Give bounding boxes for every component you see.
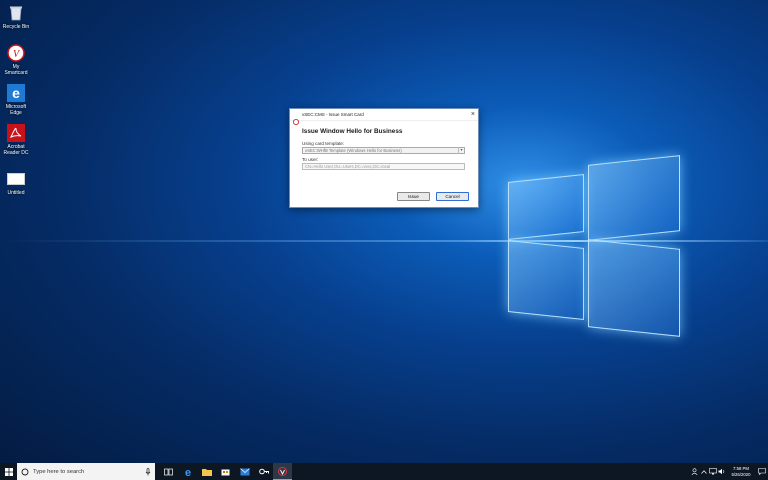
desktop-icon-my-smartcard[interactable]: V My Smartcard xyxy=(2,44,30,76)
smartcard-icon xyxy=(293,112,299,125)
system-tray: 7:58 PM 5/26/2020 xyxy=(690,463,768,480)
dialog-heading: Issue Window Hello for Business xyxy=(302,128,403,135)
desktop-icon-recycle-bin[interactable]: Recycle Bin xyxy=(2,4,30,30)
close-icon[interactable]: × xyxy=(471,111,475,118)
to-user-label: To user: xyxy=(302,157,319,162)
svg-text:e: e xyxy=(12,85,20,101)
desktop-icon-untitled[interactable]: Untitled xyxy=(2,170,30,196)
desktop-icon-label: Microsoft Edge xyxy=(5,104,27,116)
mail-icon xyxy=(239,467,250,475)
taskbar-app-mail[interactable] xyxy=(235,463,254,480)
search-icon xyxy=(21,468,29,475)
issue-smart-card-dialog: vSEC:CMS - Issue Smart Card × Issue Wind… xyxy=(289,108,479,208)
windows-logo-wallpaper xyxy=(500,150,690,340)
desktop-icon-label: My Smartcard xyxy=(4,64,28,76)
taskbar-app-edge[interactable]: e xyxy=(178,463,197,480)
volume-icon[interactable] xyxy=(717,463,726,480)
taskbar-app-key[interactable] xyxy=(254,463,273,480)
task-view-button[interactable] xyxy=(159,463,178,480)
desktop-icon-edge[interactable]: e Microsoft Edge xyxy=(2,84,30,116)
recycle-bin-icon xyxy=(7,4,25,22)
smartcard-app-icon xyxy=(278,466,287,476)
start-button[interactable] xyxy=(0,463,17,480)
card-template-value: vSEC:WHfB Template (Windows Hello for Bu… xyxy=(305,148,402,153)
clock-date: 5/26/2020 xyxy=(731,471,751,477)
edge-icon: e xyxy=(184,467,190,477)
taskbar: Type here to search e 7:58 PM 5/26/2020 xyxy=(0,463,768,480)
folder-icon xyxy=(201,468,212,476)
taskbar-app-smartcard[interactable] xyxy=(273,463,292,480)
dialog-title: vSEC:CMS - Issue Smart Card xyxy=(302,112,364,117)
smartcard-icon: V xyxy=(7,44,25,62)
card-template-select[interactable]: vSEC:WHfB Template (Windows Hello for Bu… xyxy=(302,147,465,154)
svg-text:e: e xyxy=(184,467,190,477)
acrobat-icon xyxy=(7,124,25,142)
microphone-icon[interactable] xyxy=(145,467,151,476)
network-icon[interactable] xyxy=(708,463,717,480)
windows-start-icon xyxy=(4,467,13,476)
card-template-label: Using card template: xyxy=(302,141,345,146)
chevron-up-icon[interactable] xyxy=(699,463,708,480)
blank-file-icon xyxy=(7,170,25,188)
taskbar-app-store[interactable] xyxy=(216,463,235,480)
to-user-field[interactable]: CN=Hello User,OU=Users,DC=vsec,DC=local xyxy=(302,163,465,170)
desktop-icon-acrobat[interactable]: Acrobat Reader DC xyxy=(2,124,30,156)
chevron-down-icon[interactable]: ▾ xyxy=(458,147,464,154)
cancel-button[interactable]: Cancel xyxy=(436,192,469,201)
key-icon xyxy=(258,468,269,475)
desktop-icon-label: Untitled xyxy=(7,190,25,196)
edge-icon: e xyxy=(7,84,25,102)
taskbar-app-file-explorer[interactable] xyxy=(197,463,216,480)
notification-center-icon[interactable] xyxy=(756,463,768,480)
desktop-icon-label: Recycle Bin xyxy=(2,24,30,30)
taskbar-search-box[interactable]: Type here to search xyxy=(17,463,155,480)
search-placeholder: Type here to search xyxy=(33,468,85,475)
task-view-icon xyxy=(164,468,173,475)
desktop-icon-label: Acrobat Reader DC xyxy=(3,144,29,156)
taskbar-clock[interactable]: 7:58 PM 5/26/2020 xyxy=(726,466,756,477)
issue-button[interactable]: Issue xyxy=(397,192,430,201)
tray-people-icon[interactable] xyxy=(690,463,699,480)
store-icon xyxy=(221,469,230,476)
dialog-titlebar[interactable]: vSEC:CMS - Issue Smart Card × xyxy=(290,109,478,125)
